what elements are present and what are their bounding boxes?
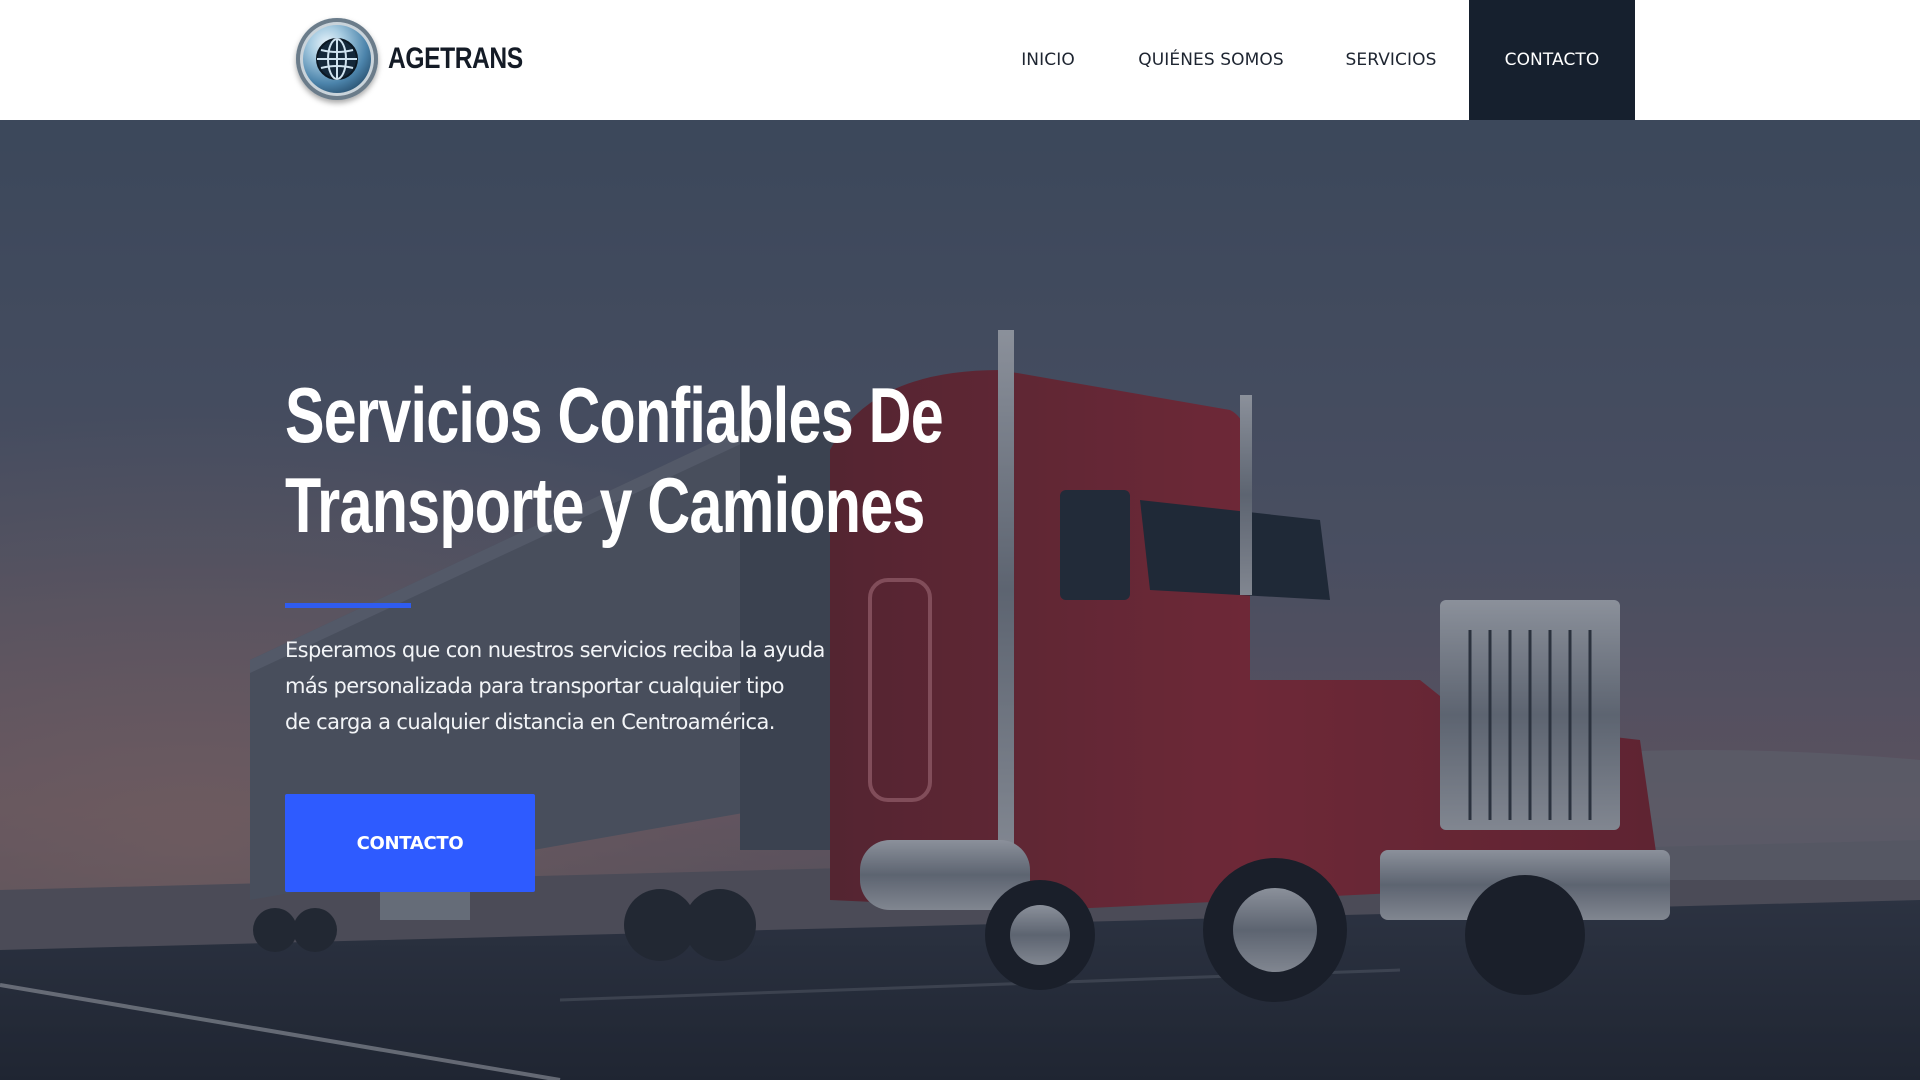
- hero-section: Servicios Confiables De Transporte y Cam…: [0, 120, 1920, 1080]
- hero-title: Servicios Confiables De Transporte y Cam…: [285, 370, 944, 550]
- globe-icon: [296, 18, 378, 100]
- site-header: AGETRANS INICIO QUIÉNES SOMOS SERVICIOS …: [0, 0, 1920, 120]
- hero-divider: [285, 603, 411, 608]
- nav-item-quienes-somos[interactable]: QUIÉNES SOMOS: [1126, 0, 1296, 120]
- hero-description-line: de carga a cualquier distancia en Centro…: [285, 710, 775, 734]
- nav-item-servicios[interactable]: SERVICIOS: [1326, 0, 1456, 120]
- hero-description: Esperamos que con nuestros servicios rec…: [285, 632, 885, 740]
- hero-title-line: Servicios Confiables De: [285, 371, 944, 459]
- hero-overlay: [0, 120, 1920, 1080]
- nav-item-contacto[interactable]: CONTACTO: [1469, 0, 1635, 120]
- hero-title-line: Transporte y Camiones: [285, 461, 925, 549]
- contact-cta-button[interactable]: CONTACTO: [285, 794, 535, 892]
- brand-name: AGETRANS: [388, 42, 523, 75]
- hero-description-line: Esperamos que con nuestros servicios rec…: [285, 638, 825, 662]
- hero-description-line: más personalizada para transportar cualq…: [285, 674, 785, 698]
- brand-logo-link[interactable]: AGETRANS: [296, 18, 552, 100]
- nav-item-inicio[interactable]: INICIO: [1000, 0, 1096, 120]
